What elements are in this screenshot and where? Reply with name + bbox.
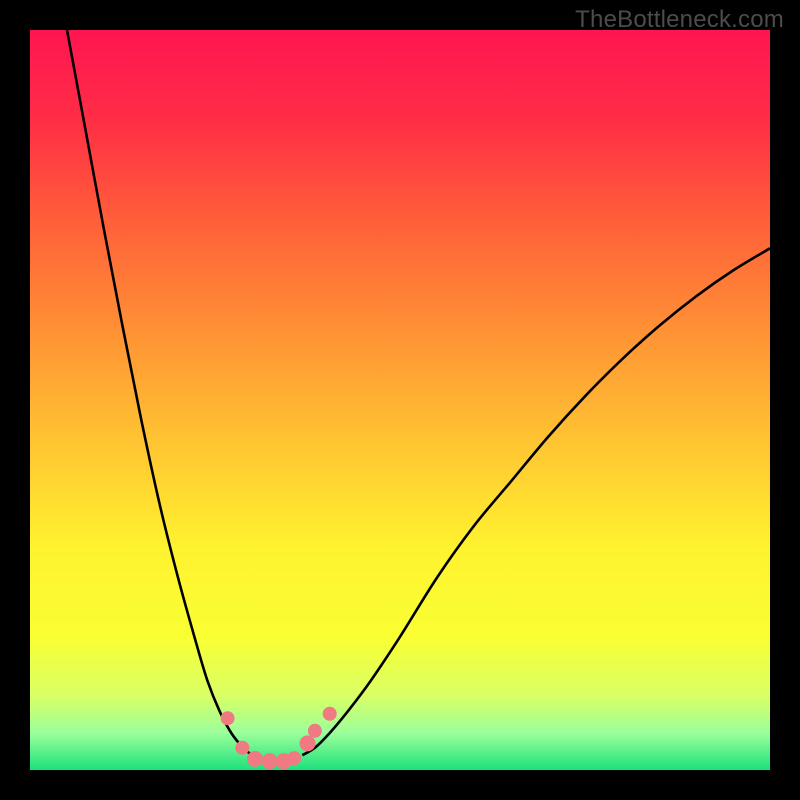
node-dot [221, 711, 235, 725]
node-dot [323, 707, 337, 721]
chart-frame: TheBottleneck.com [0, 0, 800, 800]
node-dot [247, 751, 263, 767]
chart-background [30, 30, 770, 770]
node-dot [308, 724, 322, 738]
node-dot [287, 751, 301, 765]
node-dot [262, 753, 278, 769]
bottleneck-chart [30, 30, 770, 770]
node-dot [300, 735, 316, 751]
node-dot [235, 741, 249, 755]
